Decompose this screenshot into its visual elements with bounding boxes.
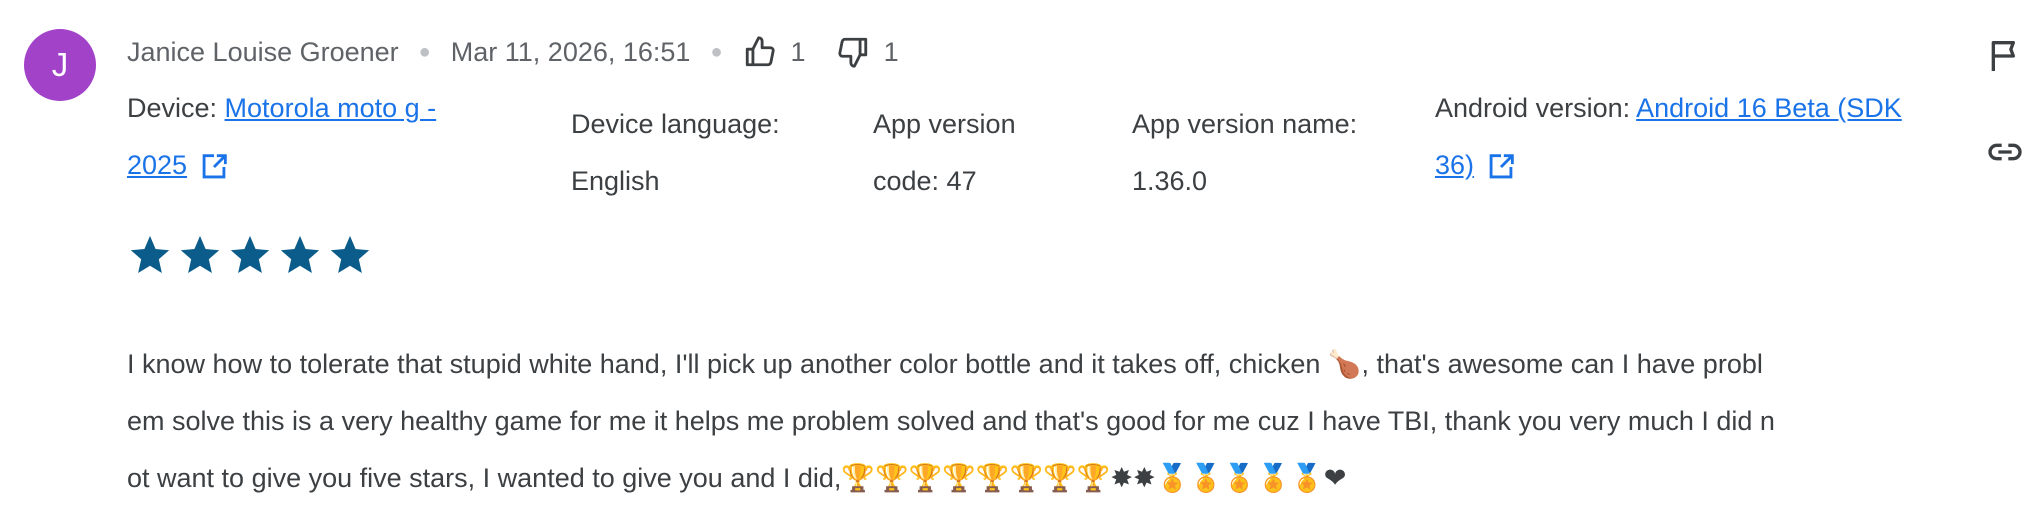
app-version-name-info: App version name: 1.36.0 (1132, 96, 1357, 210)
thumbs-up-icon (745, 36, 775, 67)
star-rating (127, 232, 373, 278)
app-version-code-info: App version code: 47 (873, 96, 1016, 210)
author-name: Janice Louise Groener (127, 36, 399, 67)
android-version-link[interactable]: Android 16 Beta (SDK (1636, 93, 1902, 123)
thumbs-down-icon (837, 37, 867, 68)
star-icon (230, 235, 270, 274)
device-link-cont[interactable]: 2025 (127, 150, 187, 180)
flag-icon[interactable] (1985, 36, 2025, 76)
open-in-new-icon[interactable] (197, 150, 231, 184)
separator-dot: ● (418, 40, 431, 63)
separator-dot: ● (710, 40, 723, 63)
review-header: Janice Louise Groener ● Mar 11, 2026, 16… (127, 30, 899, 74)
review-text: I know how to tolerate that stupid white… (127, 336, 1967, 507)
review-date: Mar 11, 2026, 16:51 (450, 36, 691, 67)
app-version-code-line1: App version (873, 109, 1016, 139)
device-language-value: English (571, 166, 660, 196)
thumbs-up-button[interactable]: 1 (743, 35, 806, 69)
avatar: J (24, 29, 96, 101)
star-icon (280, 235, 320, 274)
link-icon[interactable] (1985, 132, 2025, 172)
open-in-new-icon[interactable] (1484, 150, 1518, 184)
app-version-name-line2: 1.36.0 (1132, 166, 1208, 196)
thumbs-down-button[interactable]: 1 (836, 35, 899, 69)
avatar-initial: J (51, 46, 69, 83)
device-info: Device: Motorola moto g - 2025 (127, 80, 436, 194)
device-label: Device: (127, 93, 218, 123)
review-line: em solve this is a very healthy game for… (127, 406, 1775, 436)
review-line: ot want to give you five stars, I wanted… (127, 463, 1347, 493)
star-icon (130, 235, 170, 274)
app-version-name-line1: App version name: (1132, 109, 1358, 139)
star-icon (330, 235, 370, 274)
thumbs-down-count: 1 (883, 36, 899, 67)
device-link[interactable]: Motorola moto g - (225, 93, 437, 123)
thumbs-up-count: 1 (790, 36, 806, 67)
android-version-info: Android version: Android 16 Beta (SDK 36… (1435, 80, 1902, 194)
device-language-label: Device language: (571, 109, 780, 139)
app-version-code-line2: code: 47 (873, 166, 977, 196)
star-icon (180, 235, 220, 274)
android-version-label: Android version: (1435, 93, 1631, 123)
review-line: I know how to tolerate that stupid white… (127, 349, 1763, 379)
android-version-link-cont[interactable]: 36) (1435, 150, 1474, 180)
device-language-info: Device language: English (571, 96, 780, 210)
